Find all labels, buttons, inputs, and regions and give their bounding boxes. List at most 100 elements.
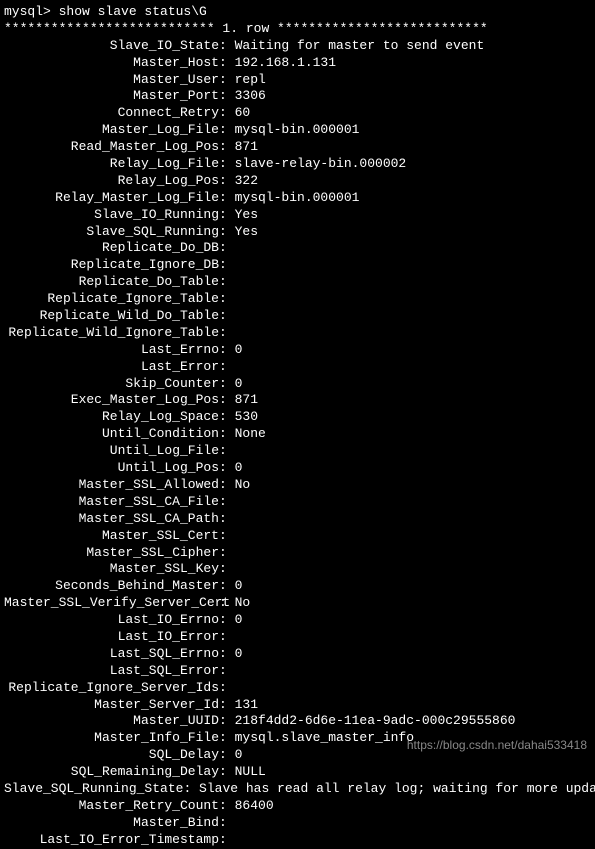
field-key: Slave_IO_State — [4, 38, 219, 55]
field-row: Master_Port: 3306 — [4, 88, 591, 105]
field-colon: : — [219, 460, 235, 477]
field-colon: : — [219, 477, 235, 494]
field-value: 0 — [235, 342, 243, 359]
field-key: Until_Log_Pos — [4, 460, 219, 477]
field-value: 0 — [235, 578, 243, 595]
field-key: Skip_Counter — [4, 376, 219, 393]
field-colon: : — [219, 561, 235, 578]
field-key: Replicate_Ignore_DB — [4, 257, 219, 274]
field-colon: : — [219, 72, 235, 89]
field-value: 0 — [235, 646, 243, 663]
field-value: 192.168.1.131 — [235, 55, 336, 72]
field-row: Replicate_Do_DB: — [4, 240, 591, 257]
field-row: Master_Server_Id: 131 — [4, 697, 591, 714]
field-key: Seconds_Behind_Master — [4, 578, 219, 595]
field-colon: : — [219, 156, 235, 173]
field-row: Relay_Log_Space: 530 — [4, 409, 591, 426]
field-value: Yes — [235, 207, 258, 224]
field-colon: : — [219, 612, 235, 629]
field-value: None — [235, 426, 266, 443]
field-key: Master_Host — [4, 55, 219, 72]
field-colon: : — [219, 359, 235, 376]
field-row: Replicate_Wild_Do_Table: — [4, 308, 591, 325]
field-colon: : — [219, 545, 235, 562]
field-colon: : — [219, 409, 235, 426]
field-colon: : — [219, 291, 235, 308]
field-colon: : — [219, 646, 235, 663]
field-value: slave-relay-bin.000002 — [235, 156, 407, 173]
field-row: Replicate_Ignore_DB: — [4, 257, 591, 274]
field-colon: : — [219, 511, 235, 528]
field-colon: : — [219, 832, 235, 849]
field-row: Master_Host: 192.168.1.131 — [4, 55, 591, 72]
field-row: Master_SSL_Allowed: No — [4, 477, 591, 494]
field-colon: : — [219, 730, 235, 747]
field-value: No — [235, 595, 251, 612]
field-row: Master_SSL_CA_File: — [4, 494, 591, 511]
field-value: Yes — [235, 224, 258, 241]
field-colon: : — [219, 274, 235, 291]
field-row: Last_IO_Error_Timestamp: — [4, 832, 591, 849]
field-colon: : — [219, 680, 235, 697]
field-row: Master_SSL_Cert: — [4, 528, 591, 545]
field-colon: : — [219, 376, 235, 393]
field-key: Exec_Master_Log_Pos — [4, 392, 219, 409]
field-colon: : — [219, 528, 235, 545]
field-value: 3306 — [235, 88, 266, 105]
field-row: Last_Errno: 0 — [4, 342, 591, 359]
field-key: Master_Retry_Count — [4, 798, 219, 815]
field-value: 0 — [235, 460, 243, 477]
field-key: Master_User — [4, 72, 219, 89]
field-colon: : — [219, 342, 235, 359]
field-key: Master_SSL_Cipher — [4, 545, 219, 562]
field-colon: : — [219, 815, 235, 832]
field-colon: : — [219, 240, 235, 257]
field-key: Last_SQL_Error — [4, 663, 219, 680]
field-row: Relay_Master_Log_File: mysql-bin.000001 — [4, 190, 591, 207]
field-key: Master_SSL_CA_Path — [4, 511, 219, 528]
field-value: Waiting for master to send event — [235, 38, 485, 55]
field-colon: : — [219, 139, 235, 156]
field-key: Replicate_Do_Table — [4, 274, 219, 291]
field-row: Until_Log_Pos: 0 — [4, 460, 591, 477]
field-colon: : — [219, 426, 235, 443]
field-key: Last_SQL_Errno — [4, 646, 219, 663]
field-value: NULL — [235, 764, 266, 781]
field-row: SQL_Remaining_Delay: NULL — [4, 764, 591, 781]
field-value: mysql.slave_master_info — [235, 730, 414, 747]
field-value: mysql-bin.000001 — [235, 122, 360, 139]
field-row: Last_IO_Errno: 0 — [4, 612, 591, 629]
field-row: Last_Error: — [4, 359, 591, 376]
field-colon: : — [219, 257, 235, 274]
field-key: Until_Log_File — [4, 443, 219, 460]
field-row: Relay_Log_Pos: 322 — [4, 173, 591, 190]
field-row: Last_IO_Error: — [4, 629, 591, 646]
field-colon: : — [219, 663, 235, 680]
field-key: Read_Master_Log_Pos — [4, 139, 219, 156]
field-key: Master_SSL_Cert — [4, 528, 219, 545]
field-key: Relay_Log_File — [4, 156, 219, 173]
field-value: 871 — [235, 392, 258, 409]
field-key: Master_Server_Id — [4, 697, 219, 714]
field-value: 0 — [235, 612, 243, 629]
field-colon: : — [219, 173, 235, 190]
field-key: Master_Info_File — [4, 730, 219, 747]
field-key: Last_Errno — [4, 342, 219, 359]
field-key: Master_SSL_CA_File — [4, 494, 219, 511]
field-colon: : — [219, 629, 235, 646]
field-key: Relay_Master_Log_File — [4, 190, 219, 207]
field-value: 322 — [235, 173, 258, 190]
field-key: Last_IO_Error — [4, 629, 219, 646]
watermark-url: https://blog.csdn.net/dahai533418 — [407, 738, 587, 754]
field-key: Master_SSL_Key — [4, 561, 219, 578]
field-key: Master_Port — [4, 88, 219, 105]
field-colon: : — [219, 38, 235, 55]
field-value: 871 — [235, 139, 258, 156]
field-colon: : — [219, 224, 235, 241]
field-colon: : — [219, 494, 235, 511]
field-row: Replicate_Ignore_Table: — [4, 291, 591, 308]
field-key: Slave_SQL_Running_State — [4, 781, 183, 798]
field-row: Slave_SQL_Running: Yes — [4, 224, 591, 241]
field-row: Seconds_Behind_Master: 0 — [4, 578, 591, 595]
field-row: Skip_Counter: 0 — [4, 376, 591, 393]
